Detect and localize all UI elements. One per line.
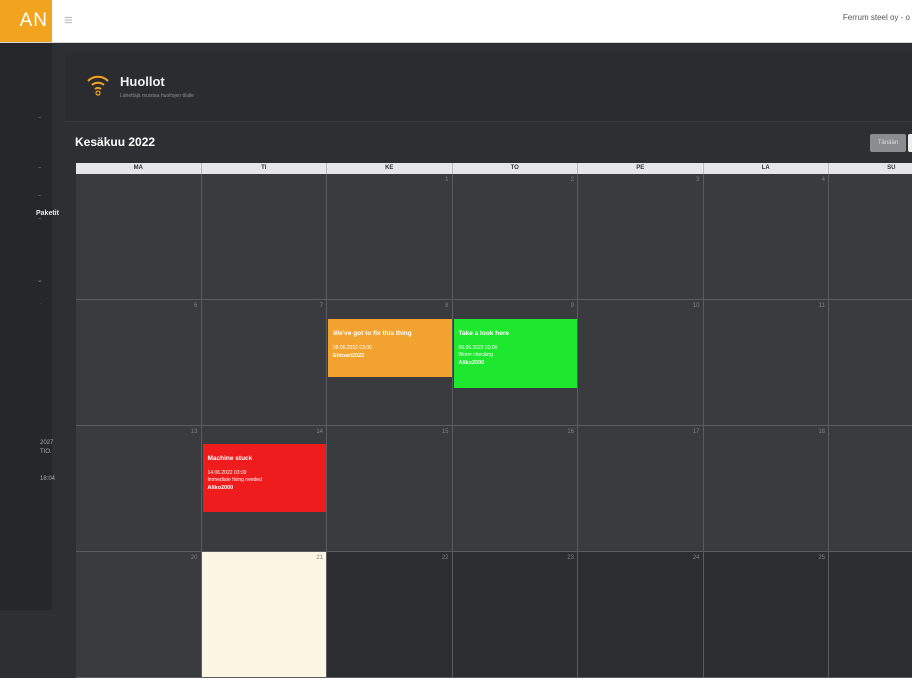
sidebar-marker: – — [38, 193, 42, 199]
event-user: Aliko2000 — [458, 360, 485, 366]
chevron-down-icon[interactable]: ⌄ — [37, 276, 43, 284]
event-title: Machine stuck — [207, 455, 253, 462]
day-cell[interactable]: 4 — [703, 174, 829, 300]
event-date: 08.06.2022 03:00 — [333, 345, 372, 351]
day-cell[interactable]: 11 — [703, 300, 829, 426]
day-number: 6 — [194, 303, 198, 309]
sidebar-marker: – — [38, 216, 42, 222]
day-cell[interactable]: 2 — [452, 174, 578, 300]
day-cell[interactable]: 24 — [578, 552, 704, 678]
user-menu[interactable]: Ferrum steel oy - o — [843, 13, 910, 22]
event-note: Immediate fixing needed — [207, 477, 262, 483]
event-date: 14.06.2022 03:00 — [207, 470, 247, 476]
day-number: 17 — [692, 429, 700, 435]
day-number: 14 — [316, 429, 323, 435]
page-subtitle: Lähettäjä muistaa huoltojen tilalle — [120, 93, 194, 99]
weekday-header: TI — [201, 163, 327, 174]
day-number: 7 — [319, 303, 323, 309]
sidebar: – – Paketit – – ⌄ · 2027 TIO. 18:04 — [0, 43, 59, 610]
day-cell[interactable]: 22 — [327, 552, 453, 678]
day-cell[interactable] — [829, 552, 912, 678]
event-title: We've got to fix this thing — [333, 330, 412, 337]
logo-text: AN — [19, 10, 48, 31]
weekday-header: PE — [578, 163, 704, 174]
calendar-event[interactable]: Take a look here 09.06.2022 03:00 Worm che… — [453, 319, 577, 388]
day-number: 22 — [441, 555, 449, 561]
day-number: 3 — [696, 177, 700, 183]
brand-logo[interactable]: AN — [0, 0, 52, 42]
day-cell[interactable]: 16 — [452, 426, 578, 552]
day-cell[interactable]: 3 — [578, 174, 704, 300]
day-cell[interactable]: 15 — [327, 426, 453, 552]
event-note: Worm checking — [458, 352, 493, 358]
sidebar-info-line: 2027 — [40, 440, 54, 446]
day-cell[interactable]: 1 — [327, 174, 453, 300]
sidebar-marker: – — [38, 165, 42, 171]
sidebar-info-line: 18:04 — [40, 476, 56, 482]
day-number: 2 — [570, 177, 574, 183]
calendar-event[interactable]: Machine stuck 14.06.2022 03:00 Immediate f… — [202, 444, 326, 512]
sidebar-marker: · — [40, 301, 42, 307]
day-cell[interactable]: 6 — [76, 300, 202, 426]
day-cell[interactable]: 13 — [76, 426, 202, 552]
day-cell[interactable]: 20 — [76, 552, 202, 678]
sidebar-info-line: TIO. — [40, 449, 52, 455]
weekday-header: KE — [327, 163, 453, 174]
day-number: 9 — [570, 303, 574, 309]
menu-toggle-icon[interactable]: ≡ — [64, 12, 73, 29]
day-cell[interactable] — [201, 174, 327, 300]
calendar-month-title: Kesäkuu 2022 — [75, 135, 156, 149]
page-header: Huollot Lähettäjä muistaa huoltojen tila… — [65, 53, 912, 122]
event-user: Ehtoari2022 — [333, 353, 365, 359]
day-number: 18 — [818, 429, 825, 435]
day-number: 16 — [567, 429, 574, 435]
day-cell[interactable]: 25 — [703, 552, 829, 678]
day-number: 13 — [190, 429, 198, 435]
weekday-header: MA — [76, 163, 202, 174]
weekday-header: SU — [829, 163, 912, 174]
weekday-header: LA — [703, 163, 829, 174]
day-cell[interactable]: 10 — [578, 300, 704, 426]
day-number: 11 — [818, 303, 825, 309]
day-cell[interactable] — [76, 174, 202, 300]
sidebar-marker: – — [38, 115, 42, 121]
day-cell[interactable] — [829, 300, 912, 426]
day-number: 21 — [316, 555, 323, 561]
day-number: 1 — [445, 177, 449, 183]
calendar-event[interactable]: We've got to fix this thing 08.06.2022 03… — [328, 319, 452, 377]
event-date: 09.06.2022 03:00 — [458, 345, 498, 351]
top-bar: AN ≡ Ferrum steel oy - o — [0, 0, 912, 43]
event-title: Take a look here — [458, 330, 509, 337]
day-cell[interactable]: 21 — [201, 552, 327, 678]
day-number: 20 — [190, 555, 198, 561]
day-number: 24 — [692, 555, 700, 561]
day-number: 23 — [567, 555, 574, 561]
day-cell[interactable]: 17 — [578, 426, 704, 552]
day-cell[interactable]: 23 — [452, 552, 578, 678]
weekday-header: TO — [452, 163, 578, 174]
day-cell[interactable]: 7 — [201, 300, 327, 426]
day-number: 10 — [692, 303, 700, 309]
page-title: Huollot — [120, 74, 165, 89]
day-cell[interactable] — [829, 174, 912, 300]
day-cell[interactable] — [829, 426, 912, 552]
day-number: 8 — [445, 303, 449, 309]
event-user: Aliko2000 — [207, 485, 234, 491]
day-cell[interactable]: 18 — [703, 426, 829, 552]
day-number: 25 — [818, 555, 825, 561]
next-month-button[interactable] — [908, 134, 912, 152]
day-number: 4 — [821, 177, 825, 183]
day-number: 15 — [441, 429, 449, 435]
today-button[interactable]: Tänään — [870, 134, 906, 152]
wifi-icon — [87, 75, 109, 96]
